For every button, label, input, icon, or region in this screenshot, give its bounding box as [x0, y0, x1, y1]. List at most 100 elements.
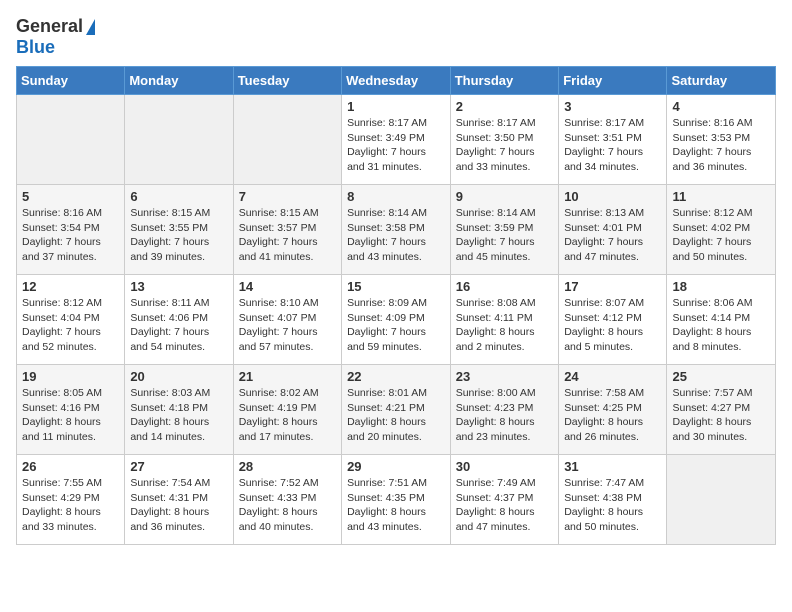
day-cell: 3 Sunrise: 8:17 AMSunset: 3:51 PMDaylight…	[559, 95, 667, 185]
day-info: Sunrise: 7:52 AMSunset: 4:33 PMDaylight:…	[239, 476, 336, 535]
day-cell	[233, 95, 341, 185]
day-cell	[17, 95, 125, 185]
day-number: 18	[672, 279, 770, 294]
day-number: 13	[130, 279, 227, 294]
day-info: Sunrise: 7:57 AMSunset: 4:27 PMDaylight:…	[672, 386, 770, 445]
day-number: 9	[456, 189, 553, 204]
day-info: Sunrise: 8:14 AMSunset: 3:59 PMDaylight:…	[456, 206, 553, 265]
day-cell: 2Sunrise: 8:17 AMSunset: 3:50 PMDaylight…	[450, 95, 558, 185]
day-number: 2	[456, 99, 553, 114]
day-info: Sunrise: 8:10 AMSunset: 4:07 PMDaylight:…	[239, 296, 336, 355]
day-info: Sunrise: 8:02 AMSunset: 4:19 PMDaylight:…	[239, 386, 336, 445]
day-info: Sunrise: 8:17 AMSunset: 3:51 PMDaylight:…	[564, 116, 661, 175]
day-number: 28	[239, 459, 336, 474]
day-cell	[125, 95, 233, 185]
day-info: Sunrise: 7:55 AMSunset: 4:29 PMDaylight:…	[22, 476, 119, 535]
day-info: Sunrise: 8:12 AMSunset: 4:04 PMDaylight:…	[22, 296, 119, 355]
day-cell: 18Sunrise: 8:06 AMSunset: 4:14 PMDayligh…	[667, 275, 776, 365]
day-info: Sunrise: 7:58 AMSunset: 4:25 PMDaylight:…	[564, 386, 661, 445]
day-number: 30	[456, 459, 553, 474]
weekday-header-wednesday: Wednesday	[342, 67, 451, 95]
day-number: 5	[22, 189, 119, 204]
weekday-header-tuesday: Tuesday	[233, 67, 341, 95]
day-info: Sunrise: 8:16 AMSunset: 3:53 PMDaylight:…	[672, 116, 770, 175]
day-number: 10	[564, 189, 661, 204]
day-cell: 15 Sunrise: 8:09 AMSunset: 4:09 PMDayligh…	[342, 275, 451, 365]
day-number: 16	[456, 279, 553, 294]
page-header: General Blue	[16, 16, 776, 58]
weekday-header-sunday: Sunday	[17, 67, 125, 95]
day-info: Sunrise: 8:15 AMSunset: 3:57 PMDaylight:…	[239, 206, 336, 265]
day-number: 8	[347, 189, 445, 204]
day-cell	[667, 455, 776, 545]
day-number: 25	[672, 369, 770, 384]
logo: General Blue	[16, 16, 95, 58]
day-info: Sunrise: 7:47 AMSunset: 4:38 PMDaylight:…	[564, 476, 661, 535]
day-number: 14	[239, 279, 336, 294]
day-info: Sunrise: 8:09 AMSunset: 4:09 PMDaylight:…	[347, 296, 445, 355]
day-number: 1	[347, 99, 445, 114]
day-cell: 30 Sunrise: 7:49 AMSunset: 4:37 PMDayligh…	[450, 455, 558, 545]
day-number: 22	[347, 369, 445, 384]
day-cell: 21 Sunrise: 8:02 AMSunset: 4:19 PMDayligh…	[233, 365, 341, 455]
day-cell: 31 Sunrise: 7:47 AMSunset: 4:38 PMDayligh…	[559, 455, 667, 545]
day-info: Sunrise: 8:14 AMSunset: 3:58 PMDaylight:…	[347, 206, 445, 265]
logo-general-text: General	[16, 16, 83, 37]
day-info: Sunrise: 8:07 AMSunset: 4:12 PMDaylight:…	[564, 296, 661, 355]
day-cell: 20Sunrise: 8:03 AMSunset: 4:18 PMDayligh…	[125, 365, 233, 455]
day-cell: 22Sunrise: 8:01 AMSunset: 4:21 PMDayligh…	[342, 365, 451, 455]
day-cell: 8 Sunrise: 8:14 AMSunset: 3:58 PMDaylight…	[342, 185, 451, 275]
day-cell: 7Sunrise: 8:15 AMSunset: 3:57 PMDaylight…	[233, 185, 341, 275]
day-cell: 11Sunrise: 8:12 AMSunset: 4:02 PMDayligh…	[667, 185, 776, 275]
day-number: 6	[130, 189, 227, 204]
day-number: 12	[22, 279, 119, 294]
day-number: 27	[130, 459, 227, 474]
day-info: Sunrise: 8:00 AMSunset: 4:23 PMDaylight:…	[456, 386, 553, 445]
day-cell: 24Sunrise: 7:58 AMSunset: 4:25 PMDayligh…	[559, 365, 667, 455]
day-info: Sunrise: 8:08 AMSunset: 4:11 PMDaylight:…	[456, 296, 553, 355]
day-number: 3	[564, 99, 661, 114]
day-info: Sunrise: 8:03 AMSunset: 4:18 PMDaylight:…	[130, 386, 227, 445]
day-number: 31	[564, 459, 661, 474]
week-row-1: 1 Sunrise: 8:17 AMSunset: 3:49 PMDaylight…	[17, 95, 776, 185]
day-cell: 6 Sunrise: 8:15 AMSunset: 3:55 PMDaylight…	[125, 185, 233, 275]
weekday-header-monday: Monday	[125, 67, 233, 95]
day-info: Sunrise: 8:15 AMSunset: 3:55 PMDaylight:…	[130, 206, 227, 265]
day-cell: 13 Sunrise: 8:11 AMSunset: 4:06 PMDayligh…	[125, 275, 233, 365]
calendar-table: SundayMondayTuesdayWednesdayThursdayFrid…	[16, 66, 776, 545]
day-cell: 4 Sunrise: 8:16 AMSunset: 3:53 PMDaylight…	[667, 95, 776, 185]
day-info: Sunrise: 8:12 AMSunset: 4:02 PMDaylight:…	[672, 206, 770, 265]
weekday-header-saturday: Saturday	[667, 67, 776, 95]
day-cell: 5 Sunrise: 8:16 AMSunset: 3:54 PMDaylight…	[17, 185, 125, 275]
week-row-5: 26 Sunrise: 7:55 AMSunset: 4:29 PMDayligh…	[17, 455, 776, 545]
day-number: 4	[672, 99, 770, 114]
week-row-4: 19Sunrise: 8:05 AMSunset: 4:16 PMDayligh…	[17, 365, 776, 455]
day-cell: 1 Sunrise: 8:17 AMSunset: 3:49 PMDaylight…	[342, 95, 451, 185]
day-cell: 14 Sunrise: 8:10 AMSunset: 4:07 PMDayligh…	[233, 275, 341, 365]
day-cell: 19Sunrise: 8:05 AMSunset: 4:16 PMDayligh…	[17, 365, 125, 455]
day-number: 26	[22, 459, 119, 474]
logo-triangle-icon	[86, 19, 95, 35]
week-row-3: 12 Sunrise: 8:12 AMSunset: 4:04 PMDayligh…	[17, 275, 776, 365]
day-number: 17	[564, 279, 661, 294]
day-cell: 25 Sunrise: 7:57 AMSunset: 4:27 PMDayligh…	[667, 365, 776, 455]
day-info: Sunrise: 8:17 AMSunset: 3:49 PMDaylight:…	[347, 116, 445, 175]
day-cell: 12 Sunrise: 8:12 AMSunset: 4:04 PMDayligh…	[17, 275, 125, 365]
day-number: 15	[347, 279, 445, 294]
weekday-header-friday: Friday	[559, 67, 667, 95]
day-number: 19	[22, 369, 119, 384]
day-cell: 9 Sunrise: 8:14 AMSunset: 3:59 PMDaylight…	[450, 185, 558, 275]
day-cell: 16 Sunrise: 8:08 AMSunset: 4:11 PMDayligh…	[450, 275, 558, 365]
day-number: 21	[239, 369, 336, 384]
day-info: Sunrise: 7:51 AMSunset: 4:35 PMDaylight:…	[347, 476, 445, 535]
day-cell: 27 Sunrise: 7:54 AMSunset: 4:31 PMDayligh…	[125, 455, 233, 545]
day-info: Sunrise: 7:49 AMSunset: 4:37 PMDaylight:…	[456, 476, 553, 535]
day-cell: 28 Sunrise: 7:52 AMSunset: 4:33 PMDayligh…	[233, 455, 341, 545]
day-info: Sunrise: 7:54 AMSunset: 4:31 PMDaylight:…	[130, 476, 227, 535]
day-info: Sunrise: 8:16 AMSunset: 3:54 PMDaylight:…	[22, 206, 119, 265]
day-number: 23	[456, 369, 553, 384]
day-cell: 17 Sunrise: 8:07 AMSunset: 4:12 PMDayligh…	[559, 275, 667, 365]
day-cell: 10Sunrise: 8:13 AMSunset: 4:01 PMDayligh…	[559, 185, 667, 275]
day-info: Sunrise: 8:11 AMSunset: 4:06 PMDaylight:…	[130, 296, 227, 355]
logo-blue-text: Blue	[16, 37, 55, 57]
